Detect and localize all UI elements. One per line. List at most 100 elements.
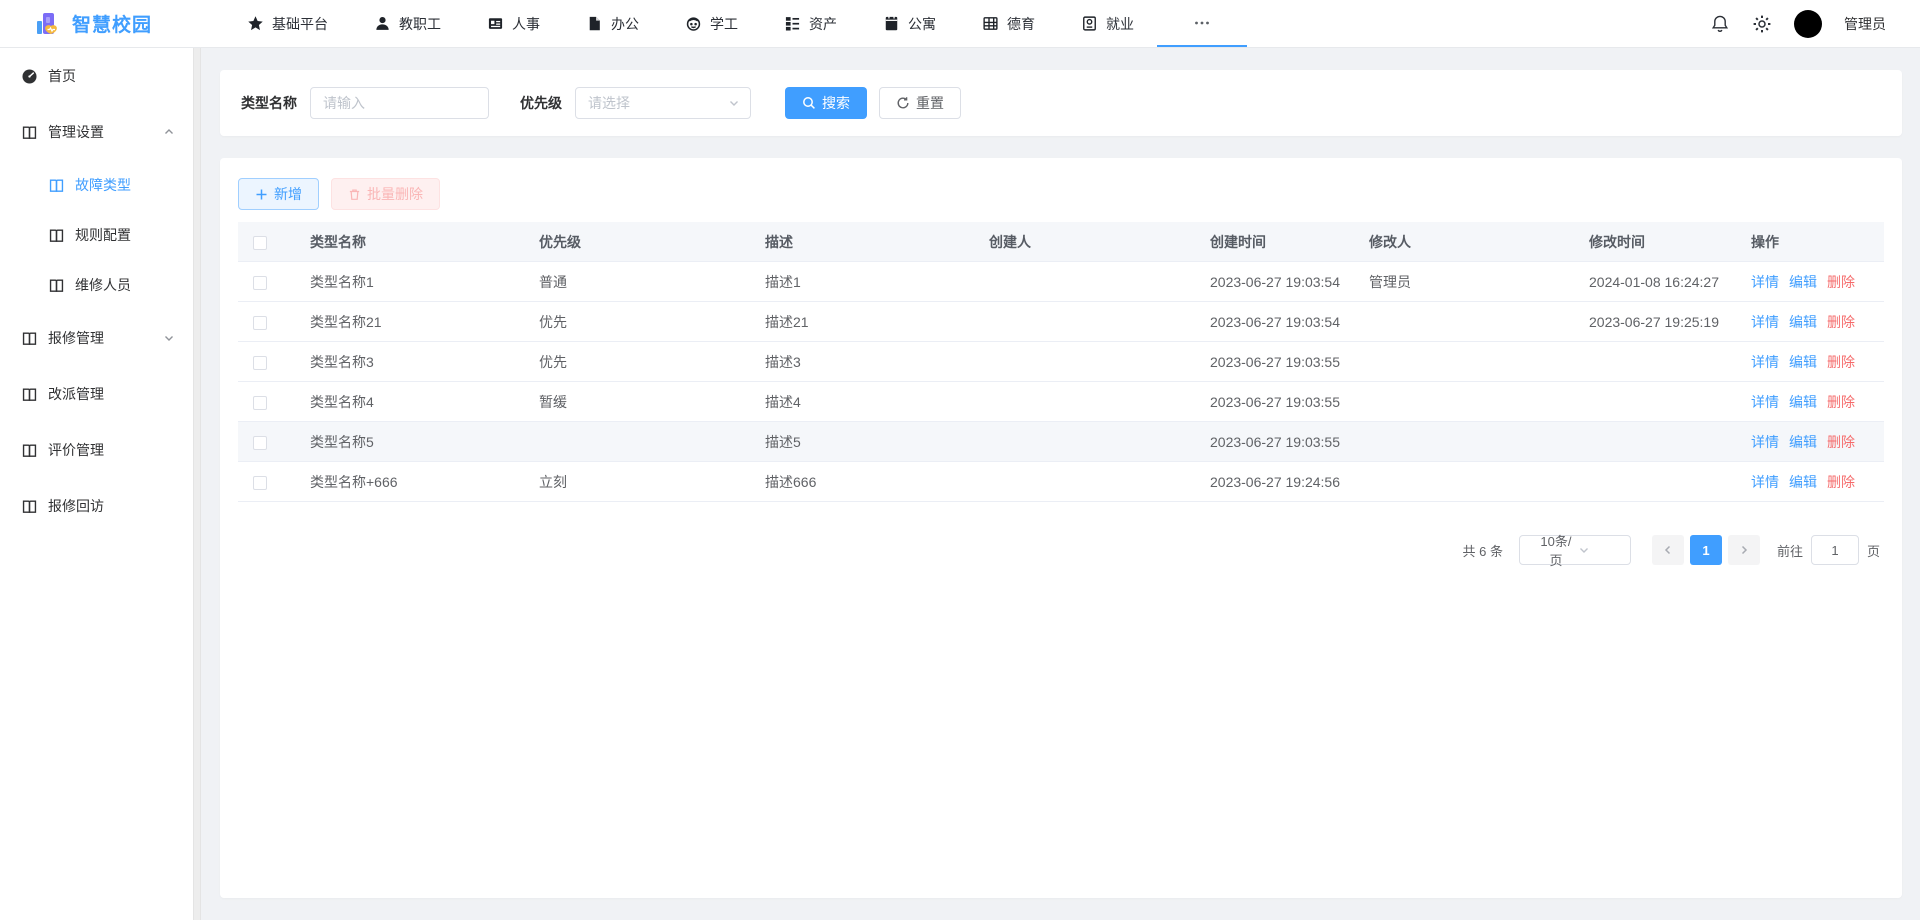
cell-created: 2023-06-27 19:03:55	[1196, 434, 1355, 450]
delete-link[interactable]: 删除	[1827, 392, 1855, 412]
batch-delete-button-label: 批量删除	[367, 184, 423, 204]
sidebar-item-rule-config[interactable]: 规则配置	[0, 210, 193, 260]
pagination: 共 6 条 10条/页 1 前往 页	[1463, 535, 1881, 565]
goto-page-input[interactable]	[1811, 535, 1859, 565]
next-page-button[interactable]	[1728, 535, 1760, 565]
detail-link[interactable]: 详情	[1751, 272, 1779, 292]
priority-label: 优先级	[520, 93, 562, 113]
cell-created: 2023-06-27 19:03:54	[1196, 274, 1355, 290]
pagination-total: 共 6 条	[1463, 541, 1503, 560]
edit-link[interactable]: 编辑	[1789, 432, 1817, 452]
edit-link[interactable]: 编辑	[1789, 352, 1817, 372]
nav-item-assets[interactable]: 资产	[761, 0, 860, 47]
sidebar-item-label: 报修管理	[48, 328, 104, 348]
sidebar-item-manage-settings[interactable]: 管理设置	[0, 104, 193, 160]
bell-icon[interactable]	[1710, 14, 1730, 34]
nav-item-base-platform[interactable]: 基础平台	[224, 0, 351, 47]
delete-link[interactable]: 删除	[1827, 432, 1855, 452]
row-checkbox[interactable]	[253, 356, 267, 370]
sidebar-item-label: 改派管理	[48, 384, 104, 404]
delete-link[interactable]: 删除	[1827, 352, 1855, 372]
edit-link[interactable]: 编辑	[1789, 312, 1817, 332]
cell-desc: 描述1	[751, 272, 975, 292]
app-logo[interactable]: 智慧校园	[0, 10, 200, 38]
sidebar-item-reassign-manage[interactable]: 改派管理	[0, 366, 193, 422]
nav-item-office[interactable]: 办公	[563, 0, 662, 47]
col-header-modified: 修改时间	[1575, 232, 1737, 252]
sidebar-item-fault-type[interactable]: 故障类型	[0, 160, 193, 210]
add-button[interactable]: 新增	[238, 178, 319, 210]
sidebar-item-repair-manage[interactable]: 报修管理	[0, 310, 193, 366]
batch-delete-button[interactable]: 批量删除	[331, 178, 440, 210]
row-checkbox[interactable]	[253, 436, 267, 450]
sidebar-scrollbar[interactable]	[193, 48, 201, 920]
cell-name: 类型名称3	[296, 352, 525, 372]
cell-desc: 描述666	[751, 472, 975, 492]
page-size-select[interactable]: 10条/页	[1519, 535, 1631, 565]
nav-item-student[interactable]: 学工	[662, 0, 761, 47]
detail-link[interactable]: 详情	[1751, 312, 1779, 332]
table-panel: 新增 批量删除 类型名称 优先级 描述 创建人 创建时间 修改人 修改时间 操作	[220, 158, 1902, 898]
col-header-modifier: 修改人	[1355, 232, 1575, 252]
nav-item-moral[interactable]: 德育	[959, 0, 1058, 47]
nav-item-employment[interactable]: 就业	[1058, 0, 1157, 47]
chevron-left-icon	[1662, 544, 1674, 556]
type-name-input[interactable]	[310, 87, 489, 119]
select-all-checkbox[interactable]	[253, 236, 267, 250]
detail-link[interactable]: 详情	[1751, 392, 1779, 412]
star-icon	[247, 15, 264, 32]
gear-icon[interactable]	[1752, 14, 1772, 34]
edit-link[interactable]: 编辑	[1789, 392, 1817, 412]
list-tree-icon	[784, 15, 801, 32]
notebook-icon	[883, 15, 900, 32]
col-header-name: 类型名称	[296, 232, 525, 252]
delete-link[interactable]: 删除	[1827, 312, 1855, 332]
goto-label: 前往	[1777, 541, 1803, 560]
sidebar-submenu-manage-settings: 故障类型 规则配置 维修人员	[0, 160, 193, 310]
nav-item-staff[interactable]: 教职工	[351, 0, 464, 47]
app-title: 智慧校园	[72, 10, 152, 37]
user-avatar[interactable]	[1794, 10, 1822, 38]
row-checkbox[interactable]	[253, 276, 267, 290]
search-panel: 类型名称 优先级 请选择 搜索 重置	[220, 70, 1902, 136]
user-name[interactable]: 管理员	[1844, 14, 1886, 34]
detail-link[interactable]: 详情	[1751, 432, 1779, 452]
nav-item-hr[interactable]: 人事	[464, 0, 563, 47]
nav-item-more[interactable]	[1157, 0, 1247, 47]
cell-name: 类型名称4	[296, 392, 525, 412]
col-header-created: 创建时间	[1196, 232, 1355, 252]
sidebar-item-repair-staff[interactable]: 维修人员	[0, 260, 193, 310]
face-icon	[685, 15, 702, 32]
cell-priority: 普通	[525, 272, 751, 292]
sidebar-item-label: 维修人员	[75, 275, 131, 295]
nav-item-apartment[interactable]: 公寓	[860, 0, 959, 47]
col-header-creator: 创建人	[975, 232, 1196, 252]
cell-created: 2023-06-27 19:24:56	[1196, 474, 1355, 490]
search-button[interactable]: 搜索	[785, 87, 867, 119]
page-number-1[interactable]: 1	[1690, 535, 1722, 565]
sidebar-item-home[interactable]: 首页	[0, 48, 193, 104]
cell-created: 2023-06-27 19:03:55	[1196, 394, 1355, 410]
detail-link[interactable]: 详情	[1751, 472, 1779, 492]
priority-select[interactable]: 请选择	[575, 87, 751, 119]
reset-button[interactable]: 重置	[879, 87, 961, 119]
reading-icon	[48, 227, 65, 244]
delete-link[interactable]: 删除	[1827, 472, 1855, 492]
row-checkbox[interactable]	[253, 476, 267, 490]
prev-page-button[interactable]	[1652, 535, 1684, 565]
row-checkbox[interactable]	[253, 396, 267, 410]
sidebar-item-evaluate-manage[interactable]: 评价管理	[0, 422, 193, 478]
reading-icon	[21, 386, 38, 403]
table-row: 类型名称1 普通 描述1 2023-06-27 19:03:54 管理员 202…	[238, 262, 1884, 302]
reading-icon	[48, 277, 65, 294]
cell-name: 类型名称21	[296, 312, 525, 332]
sidebar-item-repair-visit[interactable]: 报修回访	[0, 478, 193, 534]
trash-icon	[348, 188, 361, 201]
cell-created: 2023-06-27 19:03:54	[1196, 314, 1355, 330]
edit-link[interactable]: 编辑	[1789, 472, 1817, 492]
edit-link[interactable]: 编辑	[1789, 272, 1817, 292]
delete-link[interactable]: 删除	[1827, 272, 1855, 292]
row-checkbox[interactable]	[253, 316, 267, 330]
cell-priority: 优先	[525, 312, 751, 332]
detail-link[interactable]: 详情	[1751, 352, 1779, 372]
